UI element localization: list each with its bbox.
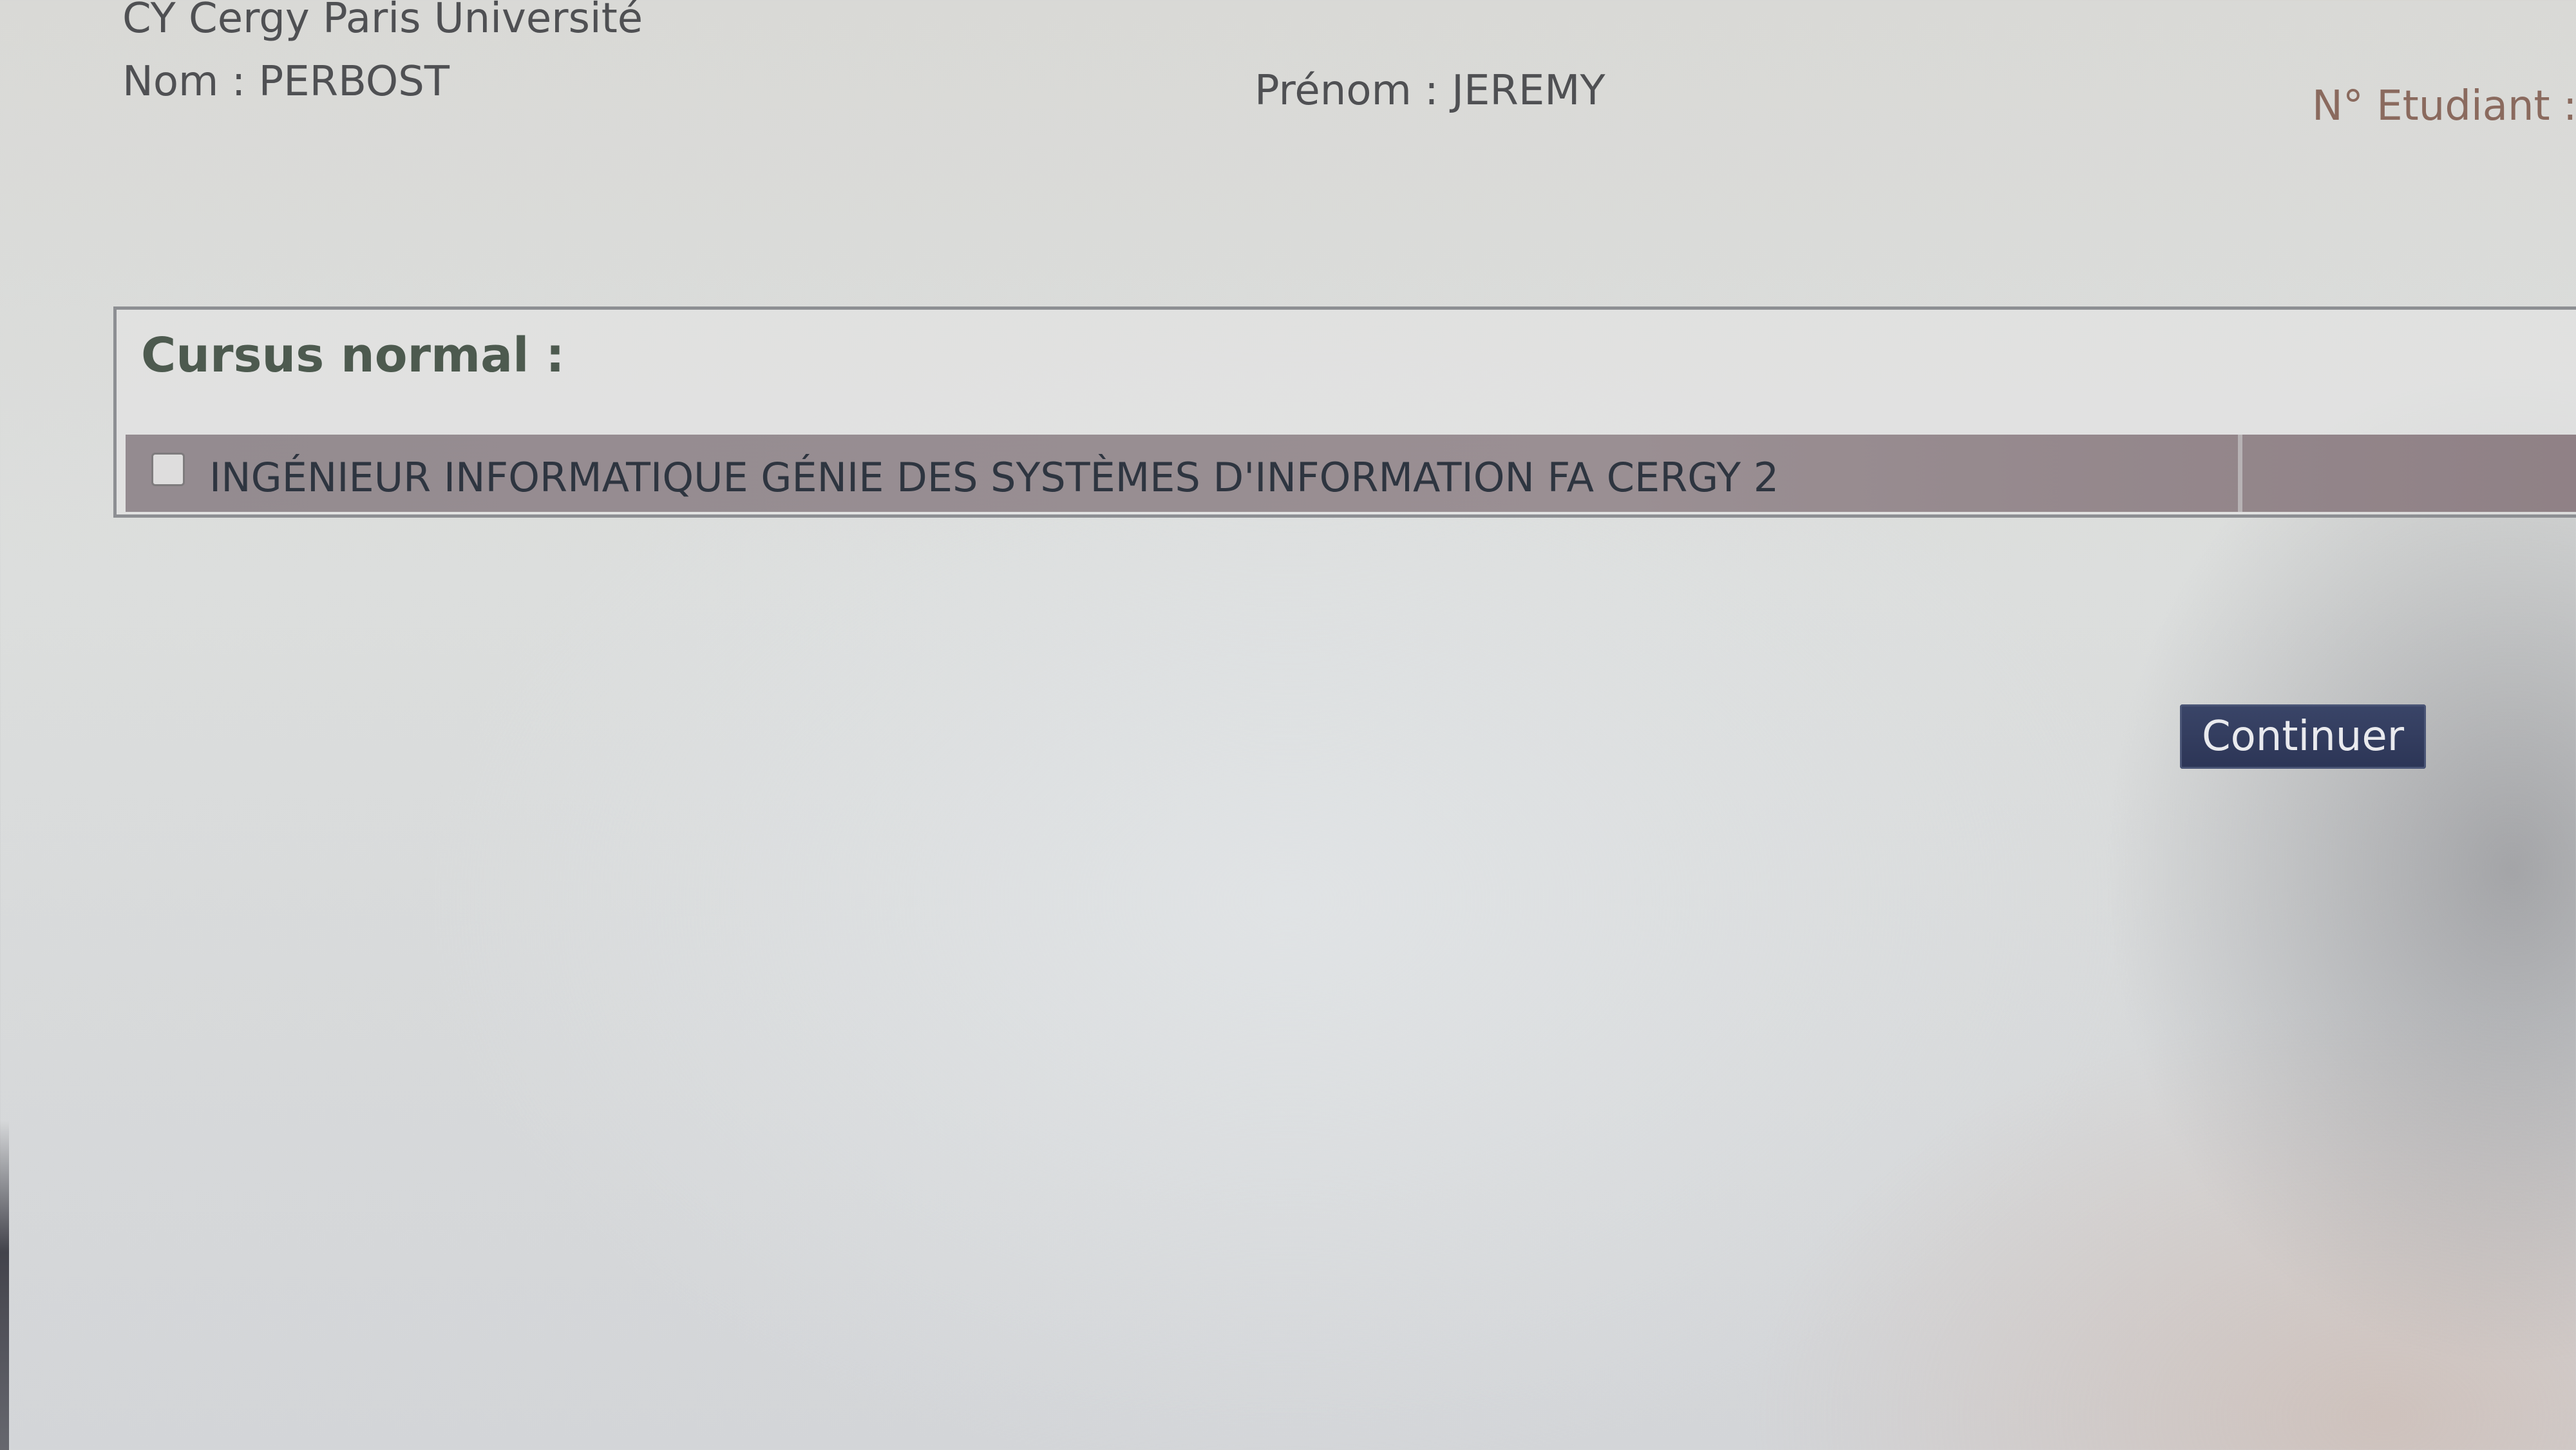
university-name: CY Cergy Paris Université	[122, 0, 643, 42]
student-last-name: Nom : PERBOST	[122, 58, 450, 106]
continue-button[interactable]: Continuer	[2180, 704, 2426, 769]
checkbox-unchecked-icon[interactable]	[151, 453, 185, 486]
screen-edge-shadow	[0, 1120, 9, 1450]
row-divider	[2238, 435, 2242, 512]
cursus-title: Cursus normal :	[141, 328, 565, 383]
student-first-name: Prénom : JEREMY	[1255, 67, 1605, 115]
student-number: N° Etudiant : 2	[2312, 82, 2576, 130]
cursus-option-label: INGÉNIEUR INFORMATIQUE GÉNIE DES SYSTÈME…	[209, 454, 1779, 501]
cursus-option-row[interactable]: INGÉNIEUR INFORMATIQUE GÉNIE DES SYSTÈME…	[126, 435, 2576, 512]
cursus-panel: Cursus normal : INGÉNIEUR INFORMATIQUE G…	[113, 306, 2576, 518]
